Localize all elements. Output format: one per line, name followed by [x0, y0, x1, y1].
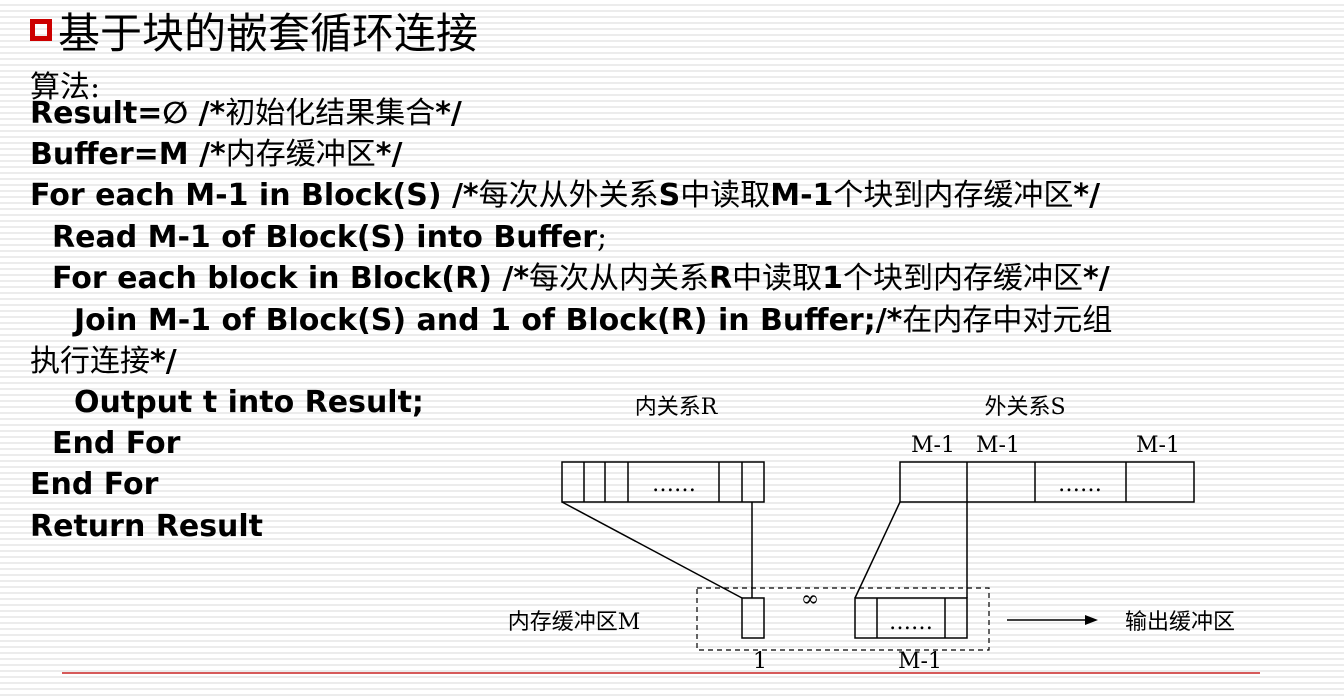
outer-ellipsis: …… — [1058, 472, 1102, 497]
outer-block-label-3: M-1 — [1136, 433, 1180, 458]
outer-relation-label: 外关系S — [984, 395, 1065, 420]
output-arrow-icon — [1085, 615, 1098, 625]
inner-buffer-count: 1 — [753, 649, 767, 674]
join-symbol: ∞ — [801, 587, 819, 612]
outer-relation-blocks — [899, 461, 1195, 503]
buffer-ellipsis: …… — [889, 610, 933, 635]
memory-buffer-label: 内存缓冲区M — [508, 610, 641, 635]
inner-buffer-block — [741, 597, 765, 639]
block-nested-loop-diagram: 内关系R 外关系S M-1 M-1 M-1 …… …… …… ∞ 内存缓冲区M … — [508, 395, 1235, 674]
connector-lines — [561, 501, 968, 599]
outer-block-label-2: M-1 — [976, 433, 1020, 458]
inner-relation-label: 内关系R — [635, 395, 719, 420]
outer-buffer-count: M-1 — [898, 649, 942, 674]
output-buffer-label: 输出缓冲区 — [1125, 610, 1235, 635]
inner-ellipsis: …… — [652, 472, 696, 497]
footer-divider — [62, 672, 1260, 674]
outer-block-label-1: M-1 — [911, 433, 955, 458]
